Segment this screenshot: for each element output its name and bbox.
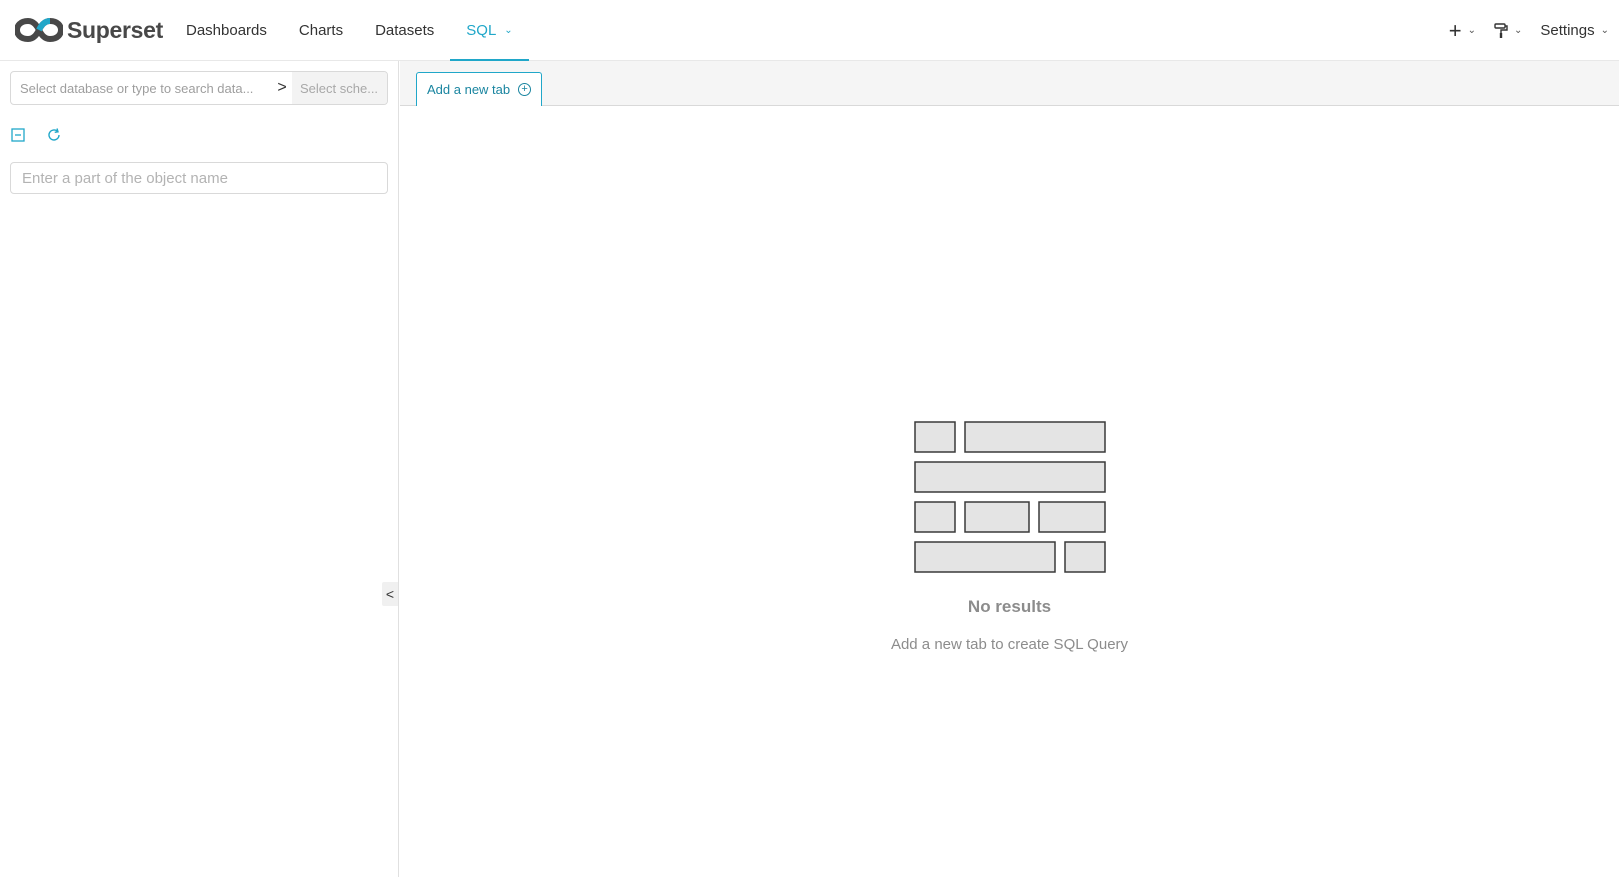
query-tab-bar: Add a new tab + [400,61,1619,106]
chevron-right-icon: > [277,79,287,96]
add-new-tab-label: Add a new tab [427,82,511,97]
sql-main-area: Add a new tab + No results Add a new tab… [400,61,1619,877]
settings-label: Settings [1540,22,1595,39]
database-schema-selector: Select database or type to search data..… [10,71,388,105]
chevron-down-icon: ⌄ [1514,25,1523,36]
nav-right-menu: + ⌄ ⌄ Settings ⌄ [1431,0,1609,61]
sidebar-collapse-button[interactable]: < [382,582,398,606]
theme-menu[interactable]: ⌄ [1494,22,1523,39]
nav-sql[interactable]: SQL ⌄ [450,0,530,61]
schema-select[interactable]: Select sche... [292,72,387,104]
nav-dashboards-label: Dashboards [186,22,267,39]
nav-dashboards[interactable]: Dashboards [170,0,283,61]
database-select-placeholder: Select database or type to search data..… [20,80,254,96]
database-select[interactable]: Select database or type to search data..… [11,72,272,104]
chevron-down-icon: ⌄ [1600,25,1609,36]
refresh-icon[interactable] [46,127,62,143]
chevron-down-icon: ⌄ [1467,25,1477,36]
new-item-menu[interactable]: + ⌄ [1448,17,1477,43]
empty-state: No results Add a new tab to create SQL Q… [400,421,1619,653]
superset-infinity-icon [15,17,63,43]
top-navbar: Superset Dashboards Charts Datasets SQL … [0,0,1619,61]
chevron-left-icon: < [385,586,395,602]
nav-charts[interactable]: Charts [283,0,359,61]
collapse-all-icon[interactable] [10,127,26,143]
sidebar-toolbar [10,127,82,143]
sql-sidebar: Select database or type to search data..… [0,61,399,877]
object-name-search-input[interactable] [10,162,388,194]
main-nav: Dashboards Charts Datasets SQL ⌄ [170,0,530,61]
plus-circle-icon: + [518,83,532,96]
empty-state-description: Add a new tab to create SQL Query [890,636,1129,653]
empty-state-title: No results [967,597,1052,616]
chevron-down-icon: ⌄ [504,25,513,36]
nav-datasets-label: Datasets [375,22,435,39]
paint-roller-icon [1494,22,1508,38]
brand-logo[interactable]: Superset [15,14,163,46]
schema-select-placeholder: Select sche... [300,80,379,96]
plus-icon: + [1448,17,1462,43]
nav-datasets[interactable]: Datasets [359,0,450,61]
empty-table-illustration-icon [913,421,1106,573]
nav-sql-label: SQL [466,22,497,39]
nav-charts-label: Charts [298,22,344,39]
settings-menu[interactable]: Settings ⌄ [1540,22,1609,39]
add-new-tab-button[interactable]: Add a new tab + [416,72,543,106]
brand-name: Superset [67,16,164,43]
